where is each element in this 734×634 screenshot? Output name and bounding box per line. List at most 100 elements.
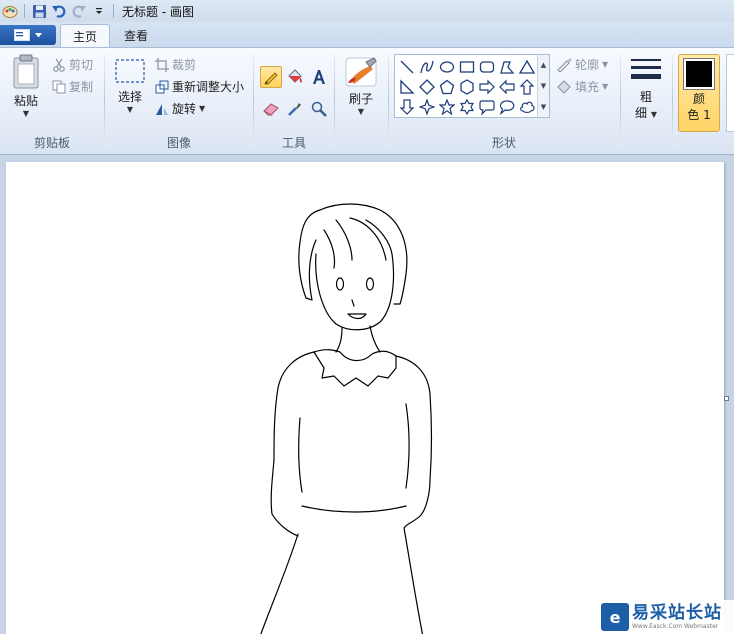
paint-menu-button[interactable] [0, 25, 56, 45]
brushes-button[interactable]: 刷子 ▼ [342, 56, 380, 117]
shapes-scrollbar[interactable]: ▲ ▼ ▼ [537, 55, 549, 117]
chevron-down-icon: ▼ [602, 81, 609, 91]
select-button[interactable]: 选择 ▼ [113, 56, 147, 115]
crop-button[interactable]: 裁剪 [155, 56, 196, 73]
hexagon-shape[interactable] [457, 77, 477, 97]
color1-label-top: 颜 [692, 92, 705, 106]
text-icon [313, 70, 325, 84]
save-icon[interactable] [29, 1, 49, 21]
copy-button[interactable]: 复制 [52, 78, 93, 95]
size-button[interactable]: 粗 细 ▼ [626, 56, 666, 121]
resize-label: 重新调整大小 [172, 80, 245, 94]
color2-button-partial[interactable] [726, 54, 734, 132]
diamond-shape[interactable] [417, 77, 437, 97]
paste-icon [13, 54, 39, 89]
group-separator [334, 54, 335, 148]
drawing-canvas[interactable] [6, 162, 724, 634]
down-arrow-shape[interactable] [397, 97, 417, 117]
girl-drawing [260, 203, 433, 634]
pencil-icon [264, 72, 278, 85]
four-point-star-shape[interactable] [417, 97, 437, 117]
fill-button[interactable]: 填充 ▼ [556, 78, 608, 95]
color1-button[interactable]: 颜 色 1 [678, 54, 720, 132]
chevron-down-icon: ▼ [357, 107, 365, 116]
select-icon [115, 59, 145, 83]
scroll-down-icon[interactable]: ▼ [541, 82, 546, 90]
resize-button[interactable]: 重新调整大小 [155, 78, 244, 95]
undo-icon[interactable] [49, 1, 69, 21]
outline-label: 轮廓 [575, 58, 600, 72]
shapes-gallery[interactable]: ▲ ▼ ▼ [394, 54, 550, 118]
image-group: 选择 ▼ 裁剪 重新调整大小 旋转 ▼ 图像 [105, 48, 253, 154]
image-group-label: 图像 [166, 136, 191, 150]
cloud-callout-shape[interactable] [517, 97, 537, 117]
window-title: 无标题 - 画图 [122, 4, 194, 19]
group-separator [672, 54, 673, 148]
paste-button[interactable]: 粘贴 ▼ [8, 54, 44, 119]
brush-icon [345, 57, 377, 87]
quick-access-toolbar [0, 0, 118, 22]
watermark-name: 易采站长站 [632, 603, 722, 623]
ribbon-tab-row: 主页 查看 [0, 22, 734, 47]
line-shape[interactable] [397, 57, 417, 77]
watermark-logo-icon: e [601, 603, 629, 631]
magnifier-tool[interactable] [308, 98, 330, 120]
up-arrow-shape[interactable] [517, 77, 537, 97]
watermark-subtext: Www.Easck.Com Webmaster [632, 623, 719, 630]
chevron-down-icon: ▼ [199, 103, 206, 113]
fill-tool[interactable] [284, 66, 306, 88]
oval-callout-shape[interactable] [497, 97, 517, 117]
oval-shape[interactable] [437, 57, 457, 77]
clipboard-group-label: 剪贴板 [33, 136, 70, 150]
pencil-tool[interactable] [260, 66, 282, 88]
outline-button[interactable]: 轮廓 ▼ [556, 56, 608, 73]
group-separator [620, 54, 621, 148]
cut-button[interactable]: 剪切 [52, 56, 93, 73]
paint-bucket-icon [288, 69, 302, 83]
right-arrow-shape[interactable] [477, 77, 497, 97]
line-size-icon [631, 59, 661, 79]
polygon-shape[interactable] [497, 57, 517, 77]
triangle-shape[interactable] [517, 57, 537, 77]
rounded-rectangle-shape[interactable] [477, 57, 497, 77]
expand-gallery-icon[interactable]: ▼ [541, 103, 546, 111]
eyedropper-icon [288, 103, 301, 116]
shapes-group-label: 形状 [491, 136, 516, 150]
customize-toolbar-icon[interactable] [89, 1, 109, 21]
eraser-tool[interactable] [260, 98, 282, 120]
chevron-down-icon: ▼ [602, 59, 609, 69]
crop-label: 裁剪 [172, 58, 197, 72]
tab-view[interactable]: 查看 [112, 24, 160, 47]
color-picker-tool[interactable] [284, 98, 306, 120]
left-arrow-shape[interactable] [497, 77, 517, 97]
six-point-star-shape[interactable] [457, 97, 477, 117]
scissors-icon [53, 58, 65, 72]
scroll-up-icon[interactable]: ▲ [541, 61, 546, 69]
menu-icon [14, 29, 30, 41]
color1-swatch [683, 58, 715, 90]
brushes-label: 刷子 [348, 92, 373, 106]
rounded-callout-shape[interactable] [477, 97, 497, 117]
pentagon-shape[interactable] [437, 77, 457, 97]
redo-icon[interactable] [69, 1, 89, 21]
five-point-star-shape[interactable] [437, 97, 457, 117]
rectangle-shape[interactable] [457, 57, 477, 77]
rotate-icon [156, 103, 168, 115]
tab-home[interactable]: 主页 [60, 24, 111, 47]
outline-brush-icon [557, 57, 572, 72]
separator [24, 4, 25, 18]
paste-label: 粘贴 [13, 94, 38, 108]
rotate-button[interactable]: 旋转 ▼ [155, 100, 205, 117]
size-label-top: 粗 [639, 90, 652, 104]
cut-label: 剪切 [69, 58, 94, 72]
magnifier-icon [311, 101, 327, 117]
paint-app-icon[interactable] [0, 1, 20, 21]
canvas-resize-handle[interactable] [724, 396, 729, 401]
text-tool[interactable] [308, 66, 330, 88]
tools-group: 工具 [254, 48, 334, 154]
tools-group-label: 工具 [281, 136, 306, 150]
separator [113, 4, 114, 18]
canvas-workspace [0, 156, 734, 634]
curve-shape[interactable] [417, 57, 437, 77]
right-triangle-shape[interactable] [397, 77, 417, 97]
